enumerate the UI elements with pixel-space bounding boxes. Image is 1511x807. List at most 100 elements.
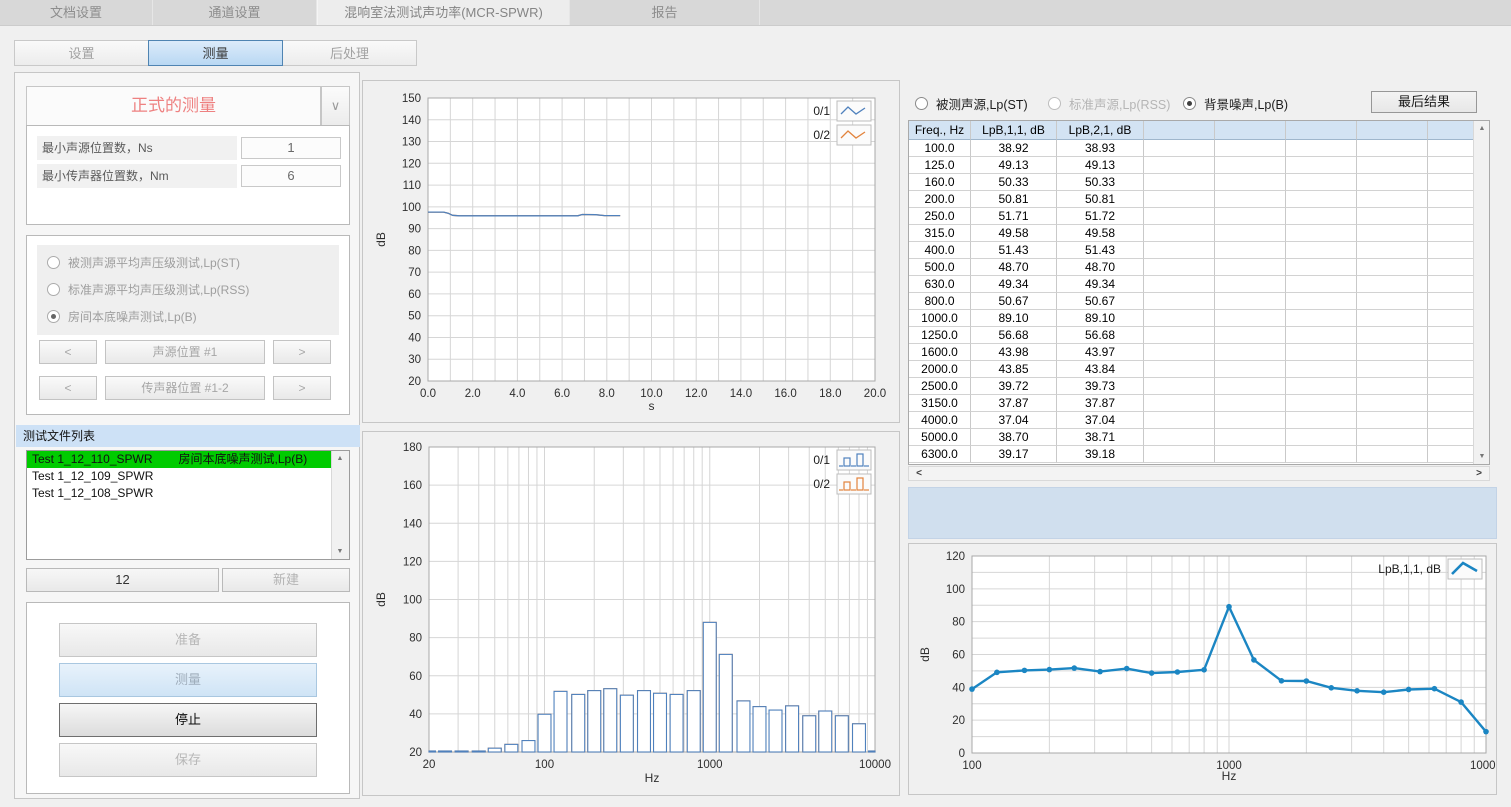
table-cell[interactable]	[1144, 293, 1215, 310]
table-cell[interactable]	[1215, 310, 1286, 327]
table-cell[interactable]: 49.58	[1057, 225, 1144, 242]
table-cell[interactable]: 2000.0	[909, 361, 971, 378]
table-cell[interactable]	[1215, 446, 1286, 463]
table-cell[interactable]: 50.81	[971, 191, 1057, 208]
table-row[interactable]: 125.049.1349.13	[909, 157, 1474, 174]
table-cell[interactable]	[1357, 259, 1428, 276]
table-row[interactable]: 250.051.7151.72	[909, 208, 1474, 225]
table-cell[interactable]	[1428, 446, 1474, 463]
table-cell[interactable]	[1286, 259, 1357, 276]
file-count-button[interactable]: 12	[26, 568, 219, 592]
table-cell[interactable]	[1428, 310, 1474, 327]
table-cell[interactable]: 51.43	[1057, 242, 1144, 259]
table-cell[interactable]	[1357, 378, 1428, 395]
table-cell[interactable]	[1357, 361, 1428, 378]
list-item[interactable]: Test 1_12_109_SPWR	[27, 468, 349, 485]
table-cell[interactable]: 49.34	[971, 276, 1057, 293]
table-cell[interactable]	[1428, 361, 1474, 378]
table-cell[interactable]	[1215, 395, 1286, 412]
table-cell[interactable]: 39.73	[1057, 378, 1144, 395]
table-cell[interactable]: 100.0	[909, 140, 971, 157]
table-cell[interactable]	[1144, 242, 1215, 259]
table-cell[interactable]: 48.70	[1057, 259, 1144, 276]
table-cell[interactable]: 200.0	[909, 191, 971, 208]
table-cell[interactable]	[1286, 276, 1357, 293]
table-cell[interactable]	[1144, 395, 1215, 412]
table-cell[interactable]	[1215, 344, 1286, 361]
table-cell[interactable]	[1215, 327, 1286, 344]
table-cell[interactable]	[1144, 276, 1215, 293]
table-cell[interactable]: 50.67	[1057, 293, 1144, 310]
table-cell[interactable]	[1215, 225, 1286, 242]
table-cell[interactable]: 4000.0	[909, 412, 971, 429]
table-cell[interactable]: 51.72	[1057, 208, 1144, 225]
new-file-button[interactable]: 新建	[222, 568, 350, 592]
table-cell[interactable]	[1215, 276, 1286, 293]
table-row[interactable]: 500.048.7048.70	[909, 259, 1474, 276]
table-cell[interactable]: 6300.0	[909, 446, 971, 463]
table-cell[interactable]	[1144, 327, 1215, 344]
table-cell[interactable]	[1215, 361, 1286, 378]
table-cell[interactable]	[1428, 327, 1474, 344]
table-cell[interactable]	[1428, 276, 1474, 293]
save-button[interactable]: 保存	[59, 743, 317, 777]
table-row[interactable]: 400.051.4351.43	[909, 242, 1474, 259]
table-cell[interactable]: 39.17	[971, 446, 1057, 463]
table-cell[interactable]	[1428, 395, 1474, 412]
table-cell[interactable]	[1144, 140, 1215, 157]
table-cell[interactable]	[1144, 412, 1215, 429]
table-cell[interactable]	[1286, 191, 1357, 208]
table-cell[interactable]	[1215, 191, 1286, 208]
measurement-mode-dropdown[interactable]: 正式的测量	[26, 86, 321, 126]
table-cell[interactable]: 56.68	[1057, 327, 1144, 344]
table-cell[interactable]: 89.10	[1057, 310, 1144, 327]
result-radio-lp-st[interactable]: 被测声源,Lp(ST)	[915, 94, 1028, 112]
tab-document-settings[interactable]: 文档设置	[0, 0, 153, 25]
table-cell[interactable]	[1215, 293, 1286, 310]
table-row[interactable]: 160.050.3350.33	[909, 174, 1474, 191]
table-cell[interactable]: 630.0	[909, 276, 971, 293]
table-cell[interactable]	[1428, 259, 1474, 276]
table-cell[interactable]: 51.71	[971, 208, 1057, 225]
table-cell[interactable]: 2500.0	[909, 378, 971, 395]
table-cell[interactable]	[1286, 378, 1357, 395]
table-row[interactable]: 2500.039.7239.73	[909, 378, 1474, 395]
table-cell[interactable]: 1250.0	[909, 327, 971, 344]
table-row[interactable]: 6300.039.1739.18	[909, 446, 1474, 463]
table-cell[interactable]: 5000.0	[909, 429, 971, 446]
table-cell[interactable]	[1428, 174, 1474, 191]
table-cell[interactable]	[1286, 395, 1357, 412]
table-cell[interactable]: 56.68	[971, 327, 1057, 344]
table-cell[interactable]	[1144, 208, 1215, 225]
table-cell[interactable]: 315.0	[909, 225, 971, 242]
scroll-down-icon[interactable]: ▼	[1474, 449, 1490, 464]
table-cell[interactable]	[1215, 208, 1286, 225]
table-row[interactable]: 1250.056.6856.68	[909, 327, 1474, 344]
radio-circle-icon[interactable]	[47, 310, 60, 323]
stop-button[interactable]: 停止	[59, 703, 317, 737]
table-cell[interactable]	[1215, 174, 1286, 191]
table-horizontal-scrollbar[interactable]: < >	[908, 466, 1490, 481]
table-cell[interactable]	[1286, 361, 1357, 378]
table-cell[interactable]	[1286, 225, 1357, 242]
table-cell[interactable]: 37.87	[971, 395, 1057, 412]
table-cell[interactable]	[1215, 140, 1286, 157]
table-cell[interactable]	[1215, 259, 1286, 276]
prepare-button[interactable]: 准备	[59, 623, 317, 657]
table-cell[interactable]: 37.04	[971, 412, 1057, 429]
list-item[interactable]: Test 1_12_110_SPWR房间本底噪声测试,Lp(B)	[27, 451, 349, 468]
source-prev-button[interactable]: <	[39, 340, 97, 364]
table-vertical-scrollbar[interactable]: ▲ ▼	[1473, 121, 1489, 464]
table-row[interactable]: 1000.089.1089.10	[909, 310, 1474, 327]
table-cell[interactable]	[1144, 191, 1215, 208]
source-next-button[interactable]: >	[273, 340, 331, 364]
table-cell[interactable]	[1144, 446, 1215, 463]
scroll-left-icon[interactable]: <	[911, 467, 927, 480]
table-cell[interactable]	[1215, 242, 1286, 259]
table-cell[interactable]	[1428, 429, 1474, 446]
table-cell[interactable]: 1600.0	[909, 344, 971, 361]
table-cell[interactable]	[1357, 446, 1428, 463]
mic-prev-button[interactable]: <	[39, 376, 97, 400]
table-cell[interactable]	[1357, 293, 1428, 310]
radio-circle-icon[interactable]	[915, 97, 928, 110]
